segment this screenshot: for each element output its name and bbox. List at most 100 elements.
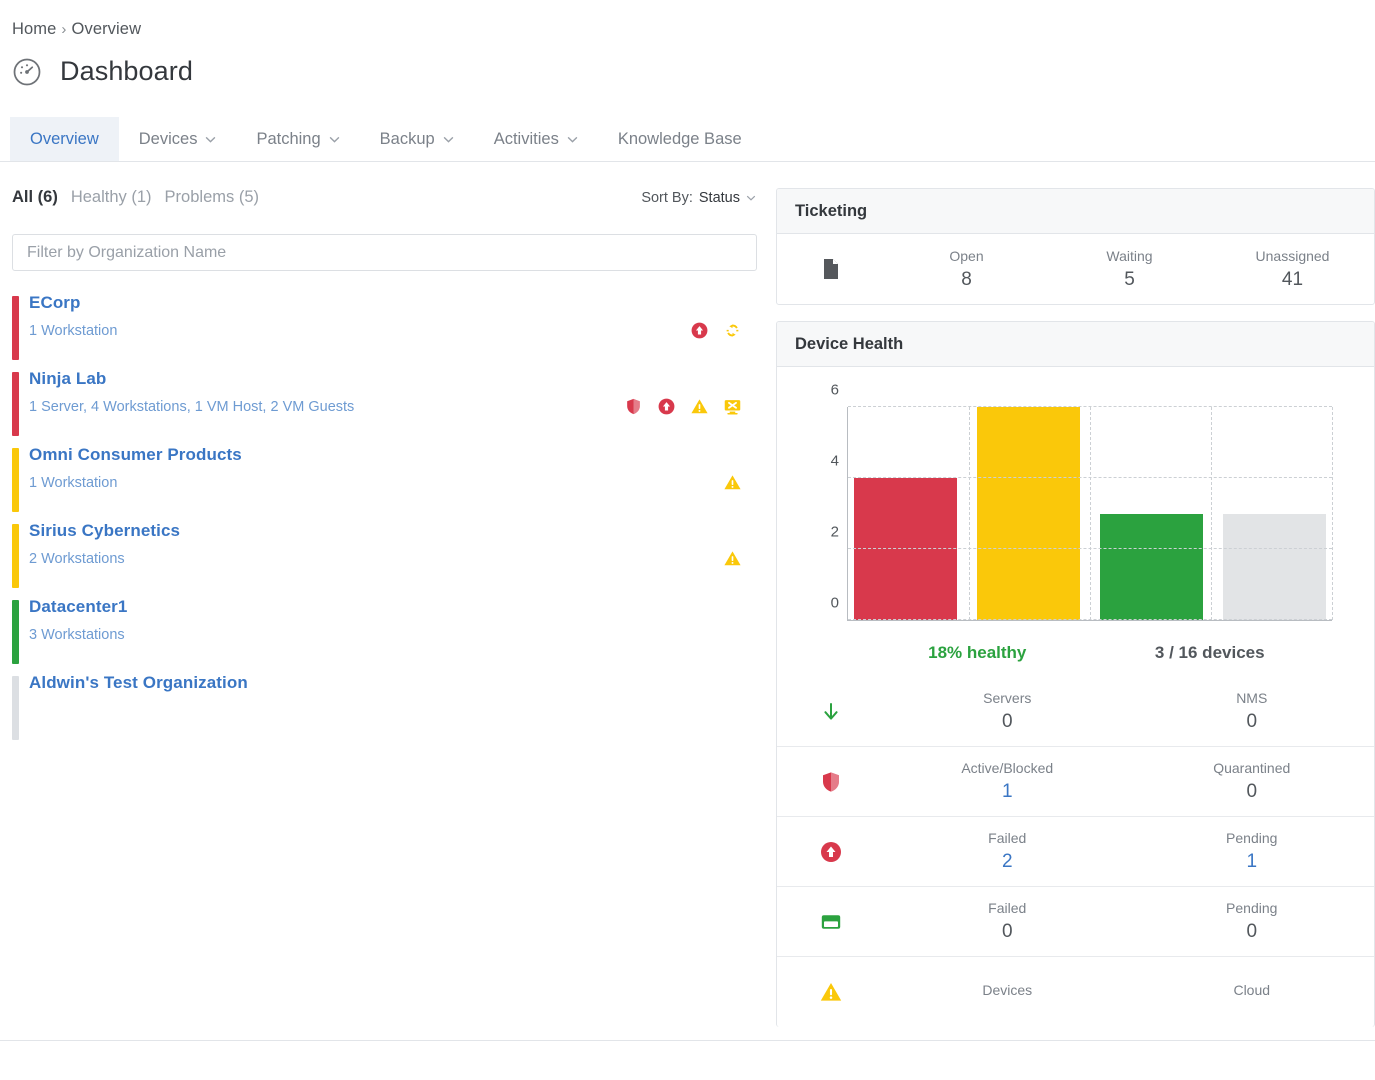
tab-patching[interactable]: Patching <box>236 117 359 161</box>
stat-cell[interactable]: Pending 0 <box>1130 900 1375 943</box>
stat-value[interactable]: 1 <box>1246 851 1257 873</box>
org-status-icons <box>690 290 760 340</box>
device-down-icon[interactable] <box>723 397 742 416</box>
chart-plot-area: 0 2 4 6 <box>831 382 1333 621</box>
stat-cell[interactable]: Quarantined 0 <box>1130 760 1375 803</box>
chart-devices-label: 3 / 16 devices <box>1154 643 1265 662</box>
search-input[interactable] <box>12 234 757 271</box>
stat-value[interactable]: 8 <box>961 269 972 291</box>
status-filter-2[interactable]: Problems (5) <box>165 188 259 207</box>
stat-cell[interactable]: Cloud <box>1130 982 1375 1003</box>
ticketing-cell[interactable]: Open 8 <box>885 248 1048 291</box>
stat-label: Active/Blocked <box>961 760 1054 776</box>
device-health-row[interactable]: Servers 0 NMS 0 <box>777 677 1374 747</box>
org-name[interactable]: Sirius Cybernetics <box>29 518 723 544</box>
org-status-bar <box>12 296 19 360</box>
sync-warning-icon[interactable] <box>723 321 742 340</box>
gauge-icon <box>12 57 42 87</box>
stat-label: Failed <box>988 900 1027 916</box>
org-status-bar <box>12 676 19 740</box>
tab-devices[interactable]: Devices <box>119 117 237 161</box>
stat-cell[interactable]: Devices <box>885 982 1130 1003</box>
device-health-row[interactable]: Active/Blocked 1 Quarantined 0 <box>777 747 1374 817</box>
tab-knowledge-base[interactable]: Knowledge Base <box>598 117 762 161</box>
organization-row[interactable]: Datacenter1 3 Workstations <box>12 594 760 670</box>
org-name[interactable]: ECorp <box>29 290 690 316</box>
stat-cell[interactable]: Failed 2 <box>885 830 1130 873</box>
stat-cell[interactable]: Failed 0 <box>885 900 1130 943</box>
ticketing-cell[interactable]: Waiting 5 <box>1048 248 1211 291</box>
ticketing-row[interactable]: Open 8 Waiting 5 Unassigned 41 <box>777 234 1374 304</box>
device-health-stats: Servers 0 NMS 0 Active/Blocked 1 Quarantined 0 F… <box>777 677 1374 1027</box>
status-filter-1[interactable]: Healthy (1) <box>71 188 152 207</box>
document-icon <box>777 257 885 281</box>
warning-triangle-icon[interactable] <box>690 397 709 416</box>
ticketing-cell[interactable]: Unassigned 41 <box>1211 248 1374 291</box>
org-name[interactable]: Datacenter1 <box>29 594 742 620</box>
org-status-icons <box>723 518 760 568</box>
org-status-icons <box>624 366 760 416</box>
organization-row[interactable]: Sirius Cybernetics 2 Workstations <box>12 518 760 594</box>
device-health-row[interactable]: Failed 0 Pending 0 <box>777 887 1374 957</box>
chevron-down-icon <box>329 136 340 143</box>
organization-row[interactable]: Omni Consumer Products 1 Workstation <box>12 442 760 518</box>
stat-value[interactable]: 2 <box>1002 851 1013 873</box>
ticketing-cells: Open 8 Waiting 5 Unassigned 41 <box>885 248 1374 291</box>
tab-overview[interactable]: Overview <box>10 117 119 161</box>
org-status-bar <box>12 524 19 588</box>
org-name[interactable]: Ninja Lab <box>29 366 624 392</box>
org-status-icons <box>742 594 760 625</box>
chart-bar[interactable] <box>1223 513 1326 620</box>
device-health-row[interactable]: Devices Cloud <box>777 957 1374 1027</box>
page-bottom-divider <box>0 1040 1375 1041</box>
chart-gridline-vertical <box>1332 407 1333 620</box>
stat-cell[interactable]: Servers 0 <box>885 690 1130 733</box>
chart-bar[interactable] <box>1100 513 1203 620</box>
stat-value[interactable]: 0 <box>1246 781 1257 803</box>
chevron-down-icon <box>206 136 216 143</box>
organization-row[interactable]: Ninja Lab 1 Server, 4 Workstations, 1 VM … <box>12 366 760 442</box>
chart-bar[interactable] <box>977 407 1080 620</box>
sort-by-value: Status <box>698 190 740 206</box>
stat-label: Unassigned <box>1255 247 1330 264</box>
stat-value[interactable]: 0 <box>1002 921 1013 943</box>
organization-row[interactable]: Aldwin's Test Organization <box>12 670 760 746</box>
warning-triangle-icon[interactable] <box>723 549 742 568</box>
stat-cells: Failed 0 Pending 0 <box>885 900 1374 943</box>
tab-label: Knowledge Base <box>617 129 742 148</box>
status-filter-0[interactable]: All (6) <box>12 188 58 207</box>
stat-value[interactable]: 41 <box>1282 269 1303 291</box>
stat-cell[interactable]: Active/Blocked 1 <box>885 760 1130 803</box>
antivirus-shield-icon[interactable] <box>624 397 643 416</box>
warning-triangle-icon[interactable] <box>723 473 742 492</box>
page-title: Dashboard <box>60 56 193 86</box>
tab-backup[interactable]: Backup <box>360 117 474 161</box>
stat-value[interactable]: 0 <box>1246 921 1257 943</box>
org-name[interactable]: Aldwin's Test Organization <box>29 670 742 696</box>
stat-label: NMS <box>1236 690 1268 706</box>
stat-label: Waiting <box>1106 247 1153 264</box>
stat-value[interactable]: 0 <box>1246 711 1257 733</box>
stat-value[interactable]: 0 <box>1002 711 1013 733</box>
stat-cell[interactable]: NMS 0 <box>1130 690 1375 733</box>
stat-value[interactable]: 1 <box>1002 781 1013 803</box>
shield-icon <box>777 770 885 794</box>
tab-activities[interactable]: Activities <box>474 117 598 161</box>
device-health-row[interactable]: Failed 2 Pending 1 <box>777 817 1374 887</box>
org-status-icons <box>742 670 760 701</box>
warning-triangle-icon <box>777 980 885 1004</box>
org-name[interactable]: Omni Consumer Products <box>29 442 723 468</box>
stat-cell[interactable]: Pending 1 <box>1130 830 1375 873</box>
patch-failed-icon[interactable] <box>657 397 676 416</box>
organization-row[interactable]: ECorp 1 Workstation <box>12 290 760 366</box>
stat-value[interactable]: 5 <box>1124 269 1135 291</box>
org-status-bar <box>12 448 19 512</box>
y-axis-tick: 4 <box>830 452 839 470</box>
down-arrow-icon <box>777 700 885 724</box>
breadcrumb-current[interactable]: Overview <box>72 20 142 38</box>
patch-failed-icon[interactable] <box>690 321 709 340</box>
breadcrumb-home[interactable]: Home <box>12 20 56 38</box>
stat-cells: Devices Cloud <box>885 982 1374 1003</box>
sort-by-control[interactable]: Sort By: Status <box>641 190 756 206</box>
org-status-bar <box>12 600 19 664</box>
